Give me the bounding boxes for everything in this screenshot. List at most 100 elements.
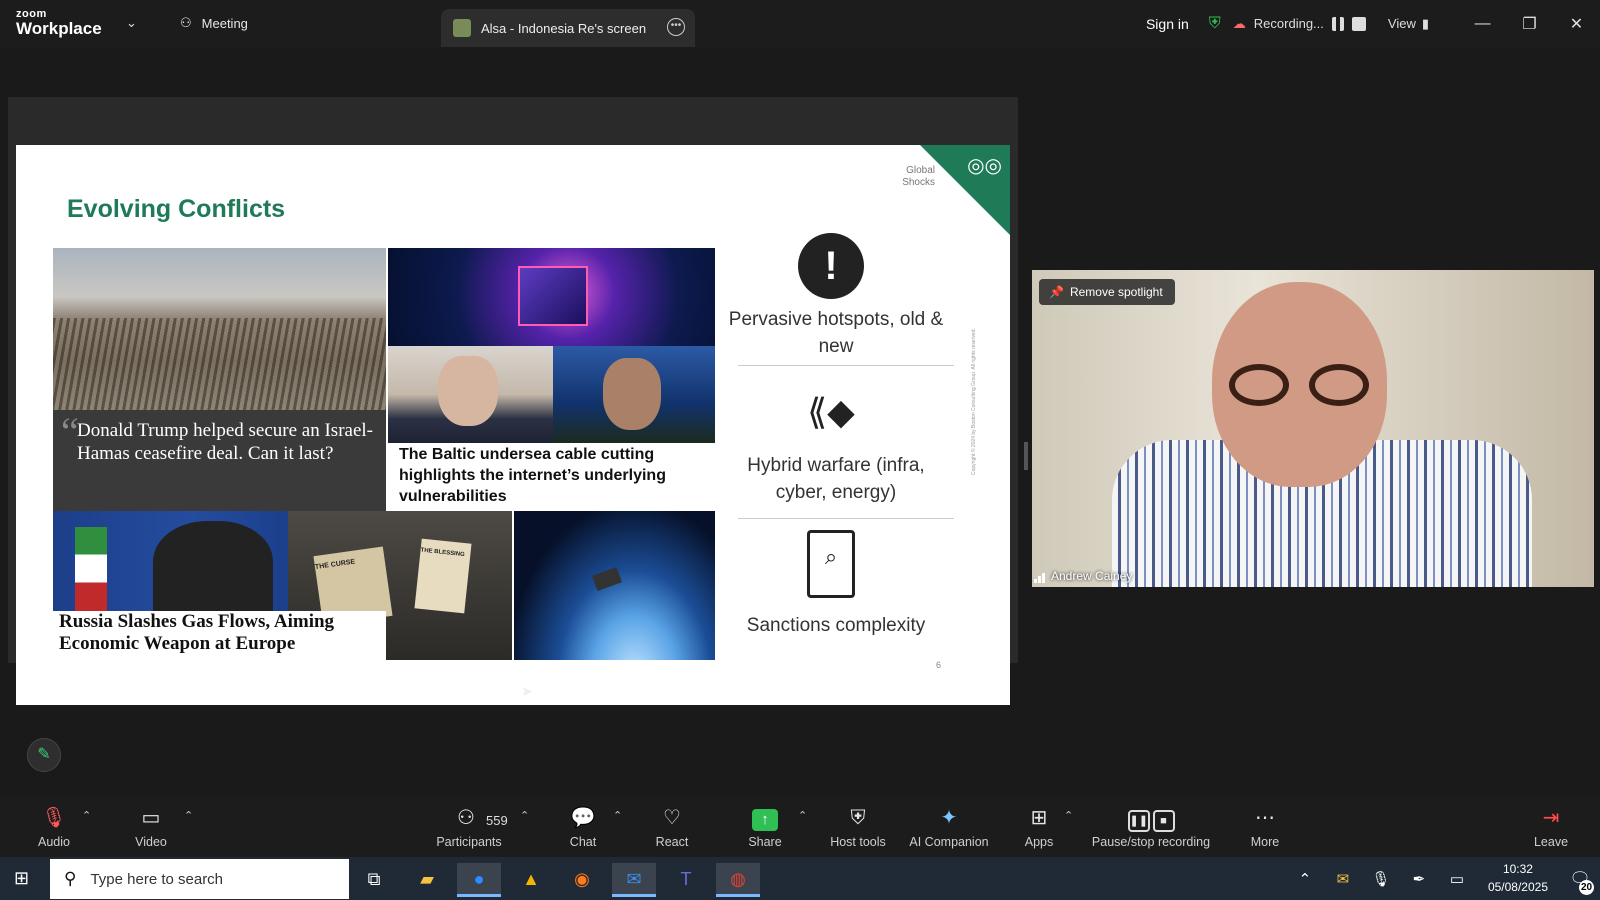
mouse-cursor-icon: ➤ <box>521 683 533 699</box>
chat-button[interactable]: 💬 Chat <box>565 805 601 849</box>
microphone-icon[interactable]: 🎙 <box>1362 870 1400 888</box>
cyber-chip-image <box>388 248 715 346</box>
participants-label: Participants <box>436 835 502 849</box>
share-chevron-icon[interactable]: ⌃ <box>798 809 807 822</box>
close-button[interactable]: ✕ <box>1553 14 1600 34</box>
pause-stop-label: Pause/stop recording <box>1091 835 1211 849</box>
share-arrow-icon: ↑ <box>752 809 778 831</box>
share-button[interactable]: ↑ Share <box>745 805 785 849</box>
audio-button[interactable]: 🎙 Audio <box>34 805 74 849</box>
windows-start-icon[interactable]: ⊞ <box>14 868 29 889</box>
pin-icon: 📌 <box>1049 285 1064 299</box>
shared-slide: Evolving Conflicts Global Shocks ◎◎ “ Do… <box>16 145 1010 705</box>
apps-button[interactable]: ⊞ Apps <box>1022 805 1056 849</box>
task-view-icon[interactable]: ⧉ <box>352 863 396 897</box>
recording-label: Recording... <box>1253 16 1324 31</box>
divider <box>738 518 954 519</box>
item-hybrid-warfare: Hybrid warfare (infra, cyber, energy) <box>747 455 925 503</box>
chevron-down-icon[interactable]: ⌄ <box>126 15 137 31</box>
avatar <box>453 19 471 37</box>
ai-companion-label: AI Companion <box>909 835 989 849</box>
recording-indicator: ☁ Recording... <box>1233 16 1366 32</box>
pen-icon[interactable]: ✒ <box>1400 870 1438 888</box>
maximize-button[interactable]: ❐ <box>1506 14 1553 34</box>
slide-title: Evolving Conflicts <box>67 195 286 223</box>
map-caption-left: THE CURSE <box>314 558 356 572</box>
remove-spotlight-label: Remove spotlight <box>1069 285 1163 299</box>
search-icon: ⚲ <box>64 869 77 888</box>
more-dots-icon: ⋯ <box>1255 807 1275 829</box>
sparkle-icon: ✦ <box>940 807 958 829</box>
sign-in-button[interactable]: Sign in <box>1146 16 1189 32</box>
teams-icon[interactable]: T <box>664 863 708 897</box>
globes-icon: ◎◎ <box>967 155 1002 177</box>
display-icon[interactable]: ▭ <box>1438 870 1476 888</box>
russia-headline-tile: Russia Slashes Gas Flows, Aiming Economi… <box>53 611 386 660</box>
russia-headline: Russia Slashes Gas Flows, Aiming Economi… <box>59 611 335 654</box>
zoom-app-icon[interactable]: ● <box>457 863 501 897</box>
participant-name: Andrew Cainey <box>1051 569 1133 583</box>
chat-chevron-icon[interactable]: ⌃ <box>613 809 622 822</box>
item-hotspots: Pervasive hotspots, old & new <box>728 309 944 357</box>
speaker-video[interactable] <box>1032 270 1594 587</box>
divider <box>738 365 954 366</box>
pause-icon: ❚❚ <box>1127 810 1150 832</box>
apps-chevron-icon[interactable]: ⌃ <box>1064 809 1073 822</box>
clock-time: 10:32 <box>1502 862 1533 877</box>
chevron-up-icon[interactable]: ⌃ <box>1286 870 1324 888</box>
meeting-icon: ⚇ <box>180 15 192 30</box>
annotate-pencil-icon[interactable]: ✎ <box>27 738 61 772</box>
view-menu[interactable]: View ▮ <box>1388 16 1429 32</box>
zoom-workplace-logo: zoom Workplace <box>16 9 102 38</box>
satellite-debris-image <box>514 511 715 660</box>
clock-date: 05/08/2025 <box>1487 879 1548 894</box>
google-drive-icon[interactable]: ▲ <box>509 863 553 897</box>
remove-spotlight-button[interactable]: 📌 Remove spotlight <box>1039 279 1175 305</box>
zelensky-image <box>553 346 715 443</box>
windows-taskbar: ⊞ ⚲ Type here to search ⧉ ▰ ● ▲ ◉ ✉ T ◍ … <box>0 857 1600 900</box>
chrome-icon[interactable]: ◍ <box>716 863 760 897</box>
trump-headline: Donald Trump helped secure an Israel-Ham… <box>77 420 374 464</box>
slide-page-number: 6 <box>936 660 942 670</box>
ai-companion-button[interactable]: ✦ AI Companion <box>905 805 993 849</box>
react-label: React <box>655 835 689 849</box>
firefox-icon[interactable]: ◉ <box>560 863 604 897</box>
video-options-chevron-icon[interactable]: ⌃ <box>184 809 193 822</box>
leave-label: Leave <box>1533 835 1569 849</box>
participant-name-tag: Andrew Cainey <box>1034 569 1132 583</box>
globe-exclamation-icon: ! <box>798 233 864 299</box>
host-tools-button[interactable]: ⛨ Host tools <box>825 805 891 849</box>
meeting-tab-label: Meeting <box>201 15 248 31</box>
apps-grid-icon: ⊞ <box>1030 807 1048 829</box>
file-explorer-icon[interactable]: ▰ <box>405 863 449 897</box>
audio-options-chevron-icon[interactable]: ⌃ <box>82 809 91 822</box>
mail-icon[interactable]: ✉ <box>1324 870 1362 888</box>
more-options-icon[interactable]: ••• <box>667 18 685 36</box>
taskbar-search-box[interactable]: ⚲ Type here to search <box>50 859 349 899</box>
view-label: View <box>1387 16 1416 31</box>
tab-shared-screen[interactable]: Alsa - Indonesia Re's screen ••• <box>441 9 695 47</box>
clock[interactable]: 10:32 05/08/2025 <box>1488 861 1548 896</box>
leave-button[interactable]: ⇥ Leave <box>1532 805 1570 849</box>
minimize-button[interactable]: — <box>1459 15 1506 33</box>
participant-count: 559 <box>486 813 508 828</box>
stop-recording-button[interactable] <box>1351 16 1366 31</box>
notification-icon[interactable]: 🗨 20 <box>1560 869 1600 895</box>
outlook-icon[interactable]: ✉ <box>612 863 656 897</box>
participants-chevron-icon[interactable]: ⌃ <box>520 809 529 822</box>
apps-label: Apps <box>1024 835 1054 849</box>
microphone-muted-icon: 🎙 <box>41 807 67 829</box>
video-button[interactable]: ▭ Video <box>130 805 172 849</box>
brand-big: Workplace <box>16 19 102 38</box>
more-button[interactable]: ⋯ More <box>1246 805 1284 849</box>
more-label: More <box>1250 835 1280 849</box>
react-button[interactable]: ♡ React <box>652 805 692 849</box>
tab-meeting[interactable]: ⚇ Meeting <box>180 15 248 31</box>
pause-stop-recording-button[interactable]: ❚❚ ■ Pause/stop recording <box>1088 805 1214 849</box>
chat-icon: 💬 <box>570 807 596 829</box>
video-label: Video <box>135 835 167 849</box>
stop-icon: ■ <box>1152 810 1175 832</box>
pause-recording-button[interactable] <box>1331 16 1344 31</box>
trump-headline-tile: “ Donald Trump helped secure an Israel-H… <box>53 410 386 511</box>
panel-resize-handle[interactable] <box>1024 442 1028 470</box>
